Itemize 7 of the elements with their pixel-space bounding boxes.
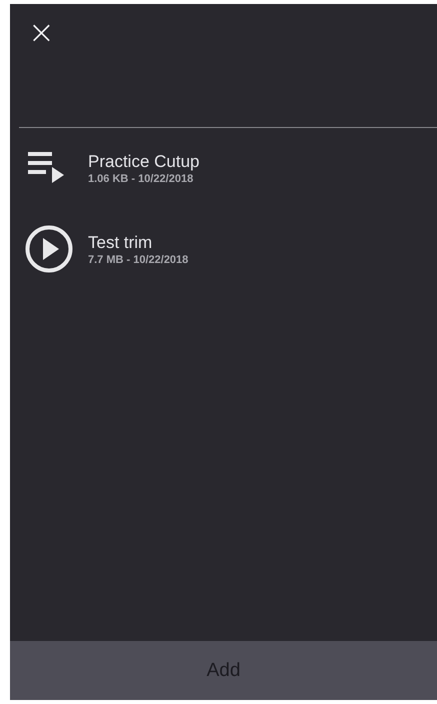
close-button[interactable]: × bbox=[24, 16, 59, 48]
playlist-icon bbox=[28, 151, 64, 185]
file-details: 7.7 MB - 10/22/2018 bbox=[88, 252, 188, 266]
file-title[interactable]: Test trim bbox=[88, 232, 188, 252]
file-details: 1.06 KB - 10/22/2018 bbox=[88, 172, 194, 186]
play-icon bbox=[25, 225, 73, 273]
file-title[interactable]: Practice Cutup bbox=[88, 150, 200, 172]
